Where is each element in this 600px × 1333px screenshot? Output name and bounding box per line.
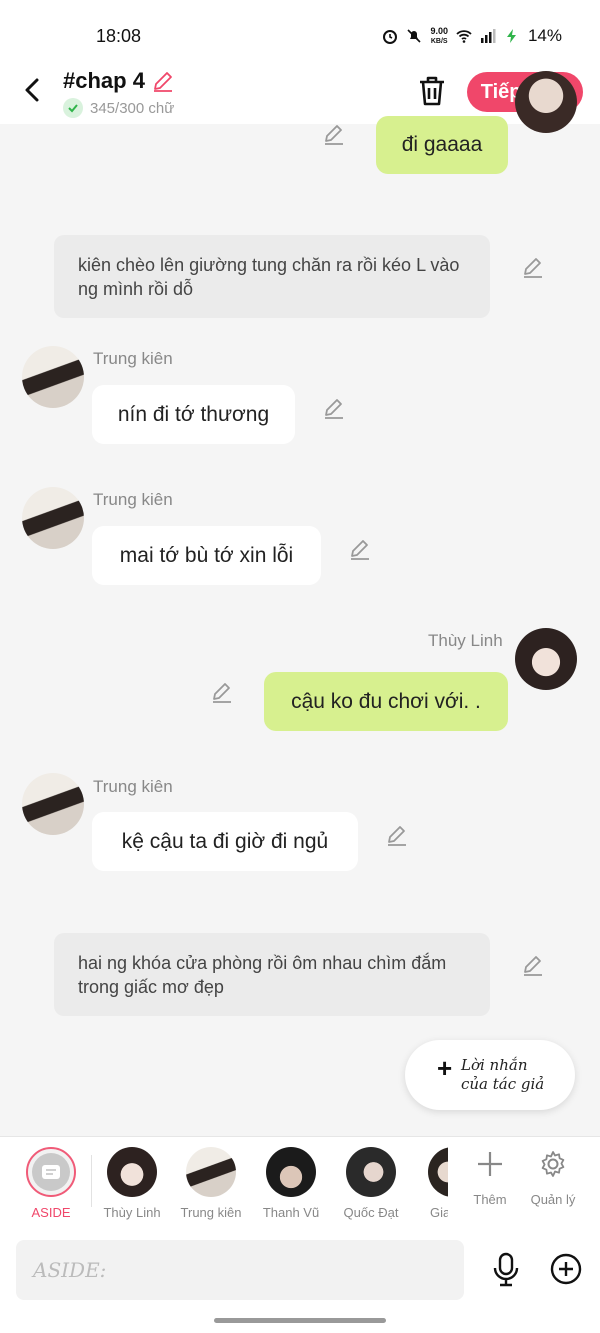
add-circle-icon[interactable] (549, 1252, 583, 1286)
trash-icon[interactable] (416, 74, 448, 108)
add-label: Thêm (473, 1192, 507, 1207)
chapter-title-text: #chap 4 (63, 68, 145, 93)
narration-block[interactable]: hai ng khóa cửa phòng rồi ôm nhau chìm đ… (54, 933, 490, 1016)
status-time: 18:08 (96, 26, 142, 46)
character-quoc-dat[interactable]: Quốc Đạt (331, 1147, 411, 1220)
editor-header: #chap 4 345/300 chữ Tiếp theo (0, 60, 600, 124)
sender-name: Trung kiên (93, 490, 173, 509)
back-icon[interactable] (20, 74, 46, 106)
character-label: Trung kiên (180, 1205, 242, 1220)
character-bar: ASIDE Thùy Linh Trung kiên Thanh Vũ Quốc… (0, 1136, 600, 1231)
avatar (186, 1147, 236, 1197)
message-bubble-me[interactable]: cậu ko đu chơi với. . (264, 672, 508, 731)
message-bubble-me[interactable]: đi gaaaa (376, 116, 508, 174)
net-speed: 9.00 KB/S (430, 25, 448, 46)
plus-icon: + (437, 1053, 453, 1083)
charging-icon (506, 29, 516, 43)
author-note-label: Lời nhắn của tác giả (461, 1056, 544, 1094)
avatar (107, 1147, 157, 1197)
message-bubble-other[interactable]: nín đi tớ thương (92, 385, 295, 444)
signal-icon (480, 29, 496, 43)
pencil-icon[interactable] (385, 823, 409, 847)
avatar-trung-kien[interactable] (22, 487, 84, 549)
character-label: Quốc Đạt (343, 1205, 399, 1220)
character-thanh-vu[interactable]: Thanh Vũ (251, 1147, 331, 1220)
check-icon (63, 98, 83, 118)
plus-icon (478, 1152, 502, 1176)
sender-name: Trung kiên (93, 349, 173, 368)
message-input[interactable]: ASIDE: (16, 1240, 464, 1300)
manage-button[interactable]: Quản lý (523, 1149, 583, 1207)
battery-level: 14% (527, 26, 562, 45)
alarm-icon (383, 30, 398, 44)
author-note-line1: Lời nhắn (461, 1056, 528, 1074)
narration-block[interactable]: kiên chèo lên giường tung chăn ra rồi ké… (54, 235, 490, 318)
character-label: Thanh Vũ (262, 1205, 320, 1220)
avatar (266, 1147, 316, 1197)
avatar (346, 1147, 396, 1197)
word-count-text: 345/300 chữ (90, 99, 175, 117)
word-count: 345/300 chữ (63, 98, 174, 118)
character-gia[interactable]: Gia (404, 1147, 448, 1220)
avatar (428, 1147, 448, 1197)
input-bar: ASIDE: (0, 1230, 600, 1333)
sender-name: Trung kiên (93, 777, 173, 796)
net-speed-unit: KB/S (430, 37, 448, 45)
wifi-icon (456, 30, 472, 43)
author-note-button[interactable]: + Lời nhắn của tác giả (405, 1040, 575, 1110)
character-trung-kien[interactable]: Trung kiên (171, 1147, 251, 1220)
mic-icon[interactable] (490, 1252, 522, 1288)
character-thuy-linh[interactable]: Thùy Linh (92, 1147, 172, 1220)
status-icons: 9.00 KB/S 14% (382, 26, 562, 46)
edit-icon[interactable] (151, 69, 175, 93)
pencil-icon[interactable] (348, 537, 372, 561)
avatar-thuy-linh[interactable] (515, 628, 577, 690)
avatar-thuy-linh-partial (515, 71, 577, 133)
pencil-icon[interactable] (322, 396, 346, 420)
character-label: ASIDE (31, 1205, 71, 1220)
mute-icon (407, 29, 422, 43)
pencil-icon[interactable] (210, 680, 234, 704)
message-bubble-other[interactable]: kệ cậu ta đi giờ đi ngủ (92, 812, 358, 871)
character-label: Thùy Linh (103, 1205, 161, 1220)
sender-name: Thùy Linh (428, 631, 503, 650)
pencil-icon[interactable] (521, 255, 545, 279)
pencil-icon[interactable] (322, 122, 346, 146)
character-label: Gia (430, 1205, 448, 1220)
add-character-button[interactable]: Thêm (460, 1149, 520, 1207)
aside-chat-icon (32, 1153, 70, 1191)
author-note-line2: của tác giả (461, 1075, 545, 1093)
net-speed-value: 9.00 (430, 25, 448, 36)
character-aside[interactable]: ASIDE (11, 1147, 91, 1220)
message-bubble-other[interactable]: mai tớ bù tớ xin lỗi (92, 526, 321, 585)
manage-label: Quản lý (530, 1192, 576, 1207)
avatar-trung-kien[interactable] (22, 346, 84, 408)
avatar-trung-kien[interactable] (22, 773, 84, 835)
aside-avatar (26, 1147, 76, 1197)
chapter-title[interactable]: #chap 4 (63, 68, 175, 94)
pencil-icon[interactable] (521, 953, 545, 977)
home-indicator (214, 1318, 386, 1323)
gear-icon (541, 1151, 565, 1177)
